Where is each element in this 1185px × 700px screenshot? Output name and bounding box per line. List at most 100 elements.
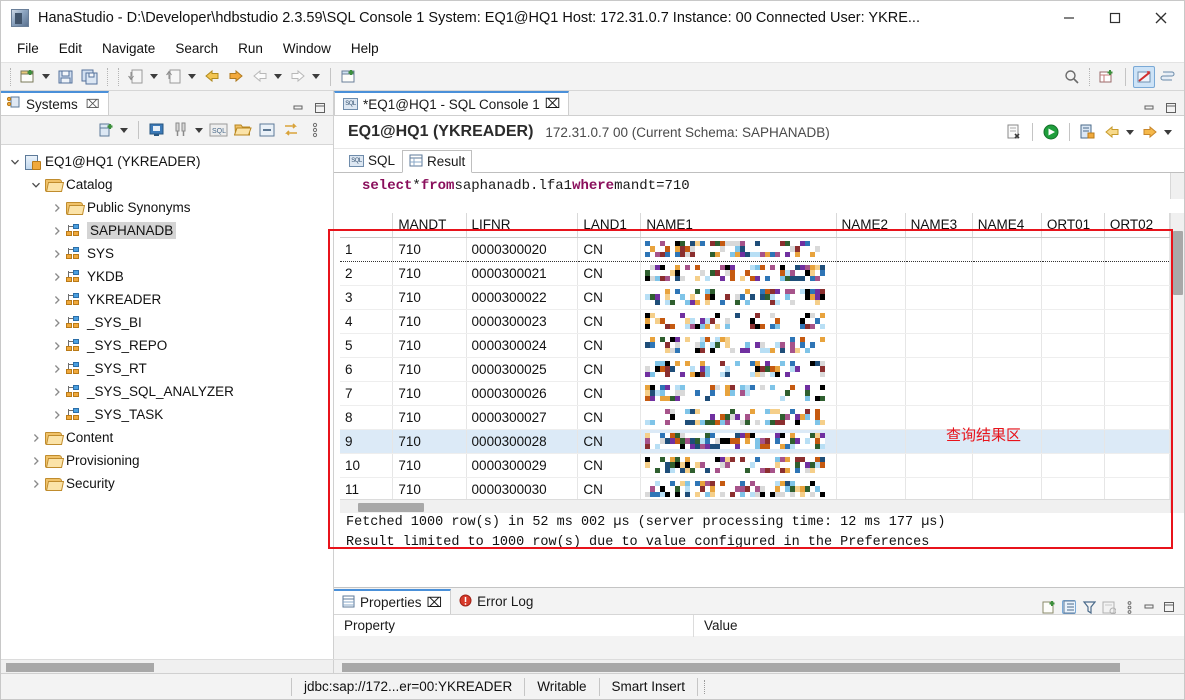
cell-lifnr[interactable]: 0000300022	[466, 285, 579, 310]
maximize-view-icon[interactable]	[1164, 101, 1178, 115]
cell-lifnr[interactable]: 0000300028	[466, 429, 579, 454]
col-header-ort02[interactable]: ORT02	[1104, 213, 1170, 238]
cell-land1[interactable]: CN	[577, 381, 642, 406]
cell-name1-redacted[interactable]	[640, 429, 837, 454]
cell-name1-redacted[interactable]	[640, 381, 837, 406]
cell-name2[interactable]	[836, 236, 906, 262]
menu-run[interactable]: Run	[228, 38, 273, 59]
system-monitor-icon[interactable]	[170, 119, 192, 141]
cell-lifnr[interactable]: 0000300030	[466, 477, 579, 499]
tree-item-provisioning[interactable]: Provisioning	[1, 449, 333, 472]
cell-name3[interactable]	[905, 261, 973, 286]
clear-sql-icon[interactable]	[1003, 121, 1025, 143]
import-icon[interactable]	[125, 66, 147, 88]
cell-mandt[interactable]: 710	[392, 261, 467, 286]
cell-land1[interactable]: CN	[577, 405, 642, 430]
cell-name4[interactable]	[972, 333, 1042, 358]
cell-lifnr[interactable]: 0000300025	[466, 357, 579, 382]
cell-name2[interactable]	[836, 381, 906, 406]
show-categories-icon[interactable]	[1062, 600, 1076, 614]
table-row[interactable]: 9 710 0000300028 CN	[340, 429, 1170, 454]
table-row[interactable]: 7 710 0000300026 CN	[340, 381, 1170, 406]
cell-name1-redacted[interactable]	[640, 357, 837, 382]
chevron-right-icon[interactable]	[49, 410, 65, 420]
table-row[interactable]: 6 710 0000300025 CN	[340, 357, 1170, 382]
menu-edit[interactable]: Edit	[49, 38, 92, 59]
restore-default-icon[interactable]	[1102, 600, 1116, 614]
close-icon[interactable]: ⌧	[427, 595, 443, 611]
properties-col-value[interactable]: Value	[694, 618, 738, 633]
cell-name1-redacted[interactable]	[640, 309, 837, 334]
chevron-right-icon[interactable]	[28, 433, 44, 443]
cell-rownum[interactable]: 1	[340, 236, 394, 262]
cell-lifnr[interactable]: 0000300026	[466, 381, 579, 406]
chevron-right-icon[interactable]	[28, 479, 44, 489]
tree-item-ykreader[interactable]: YKREADER	[1, 288, 333, 311]
minimize-view-icon[interactable]	[291, 101, 305, 115]
cell-name3[interactable]	[905, 381, 973, 406]
table-row[interactable]: 4 710 0000300023 CN	[340, 309, 1170, 334]
new-perspective-icon[interactable]	[1096, 66, 1118, 88]
forward-grey-caret[interactable]	[310, 66, 322, 88]
cell-ort01[interactable]	[1041, 285, 1105, 310]
back-grey-caret[interactable]	[272, 66, 284, 88]
tab-properties[interactable]: Properties ⌧	[334, 589, 452, 614]
tab-result[interactable]: Result	[402, 150, 473, 173]
cell-name4[interactable]	[972, 381, 1042, 406]
open-admin-console-icon[interactable]	[146, 119, 168, 141]
maximize-button[interactable]	[1092, 1, 1138, 35]
tab-error-log[interactable]: Error Log	[451, 589, 541, 614]
sql-statement-line[interactable]: select * from saphanadb.lfa1 where mandt…	[334, 173, 1184, 199]
cell-name4[interactable]	[972, 261, 1042, 286]
cell-rownum[interactable]: 2	[340, 261, 394, 286]
cell-name1-redacted[interactable]	[640, 477, 837, 499]
cell-mandt[interactable]: 710	[392, 453, 467, 478]
cell-land1[interactable]: CN	[577, 477, 642, 499]
chevron-right-icon[interactable]	[49, 272, 65, 282]
properties-col-property[interactable]: Property	[334, 614, 694, 637]
table-row[interactable]: 2 710 0000300021 CN	[340, 261, 1170, 286]
col-header-name2[interactable]: NAME2	[836, 213, 906, 238]
new-properties-icon[interactable]	[1042, 600, 1056, 614]
cell-ort01[interactable]	[1041, 477, 1105, 499]
new-wizard-icon[interactable]	[17, 66, 39, 88]
cell-lifnr[interactable]: 0000300027	[466, 405, 579, 430]
cell-name2[interactable]	[836, 357, 906, 382]
table-row[interactable]: 5 710 0000300024 CN	[340, 333, 1170, 358]
cell-mandt[interactable]: 710	[392, 357, 467, 382]
cell-rownum[interactable]: 5	[340, 333, 394, 358]
add-system-icon[interactable]	[95, 119, 117, 141]
tree-item-sys[interactable]: SYS	[1, 242, 333, 265]
cell-rownum[interactable]: 9	[340, 429, 394, 454]
scroll-thumb[interactable]	[342, 663, 1120, 672]
tree-item-content[interactable]: Content	[1, 426, 333, 449]
close-button[interactable]	[1138, 1, 1184, 35]
cell-ort02[interactable]	[1104, 477, 1170, 499]
link-icon[interactable]	[280, 119, 302, 141]
maximize-view-icon[interactable]	[1162, 600, 1176, 614]
cell-name2[interactable]	[836, 333, 906, 358]
save-as-icon[interactable]	[1077, 121, 1099, 143]
cell-name3[interactable]	[905, 333, 973, 358]
grid-vertical-scrollbar[interactable]	[1170, 213, 1184, 513]
cell-land1[interactable]: CN	[577, 309, 642, 334]
cell-ort01[interactable]	[1041, 453, 1105, 478]
cell-name1-redacted[interactable]	[640, 261, 837, 286]
chevron-down-icon[interactable]	[7, 157, 23, 167]
cell-mandt[interactable]: 710	[392, 309, 467, 334]
add-system-caret[interactable]	[118, 119, 130, 141]
table-row[interactable]: 3 710 0000300022 CN	[340, 285, 1170, 310]
tab-systems[interactable]: Systems ⌧	[1, 91, 109, 115]
cell-mandt[interactable]: 710	[392, 429, 467, 454]
chevron-right-icon[interactable]	[49, 203, 65, 213]
chevron-right-icon[interactable]	[49, 341, 65, 351]
cell-rownum[interactable]: 4	[340, 309, 394, 334]
cell-name4[interactable]	[972, 309, 1042, 334]
table-row[interactable]: 10 710 0000300029 CN	[340, 453, 1170, 478]
cell-ort01[interactable]	[1041, 405, 1105, 430]
other-perspective-icon[interactable]	[1157, 66, 1179, 88]
menu-search[interactable]: Search	[165, 38, 228, 59]
view-menu-icon[interactable]	[1122, 600, 1136, 614]
cell-name2[interactable]	[836, 261, 906, 286]
close-icon[interactable]: ⌧	[86, 97, 100, 111]
